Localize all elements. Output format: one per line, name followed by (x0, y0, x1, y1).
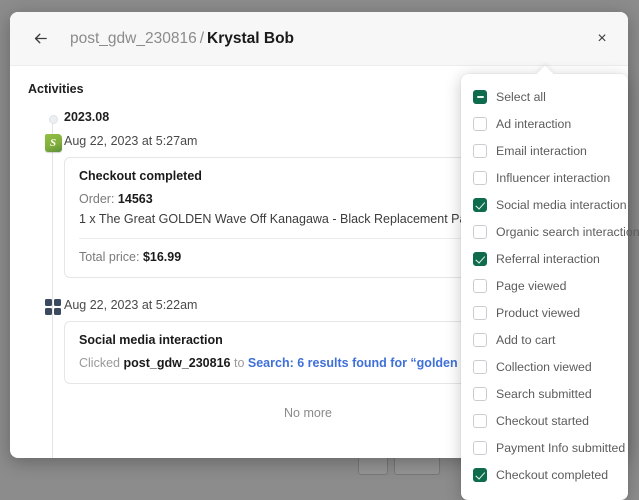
filter-option-label: Organic search interaction (496, 224, 639, 239)
total-price-label: Total price: (79, 250, 140, 264)
filter-option-email-interaction[interactable]: Email interaction (461, 137, 628, 164)
filter-option-payment-info-submitted[interactable]: Payment Info submitted (461, 434, 628, 461)
filter-option-social-media-interaction[interactable]: Social media interaction (461, 191, 628, 218)
pagination-page-button (394, 455, 440, 475)
checkbox-icon[interactable] (473, 251, 487, 266)
filter-option-label: Page viewed (496, 278, 567, 293)
activity-filter-dropdown: Select all Ad interaction Email interactio… (461, 74, 639, 500)
filter-option-label: Search submitted (496, 386, 592, 401)
filter-option-influencer-interaction[interactable]: Influencer interaction (461, 164, 628, 191)
breadcrumb-post[interactable]: post_gdw_230816 (70, 30, 197, 47)
checkbox-icon[interactable] (473, 278, 487, 293)
filter-option-select-all[interactable]: Select all (461, 83, 628, 110)
filter-option-label: Social media interaction (496, 197, 627, 212)
checkbox-icon[interactable] (473, 116, 487, 131)
filter-option-list: Select all Ad interaction Email interactio… (461, 83, 639, 488)
order-label: Order: (79, 192, 115, 206)
filter-option-referral-interaction[interactable]: Referral interaction (461, 245, 628, 272)
shopify-icon (44, 134, 62, 152)
filter-option-label: Collection viewed (496, 359, 592, 374)
checkbox-icon[interactable] (473, 359, 487, 374)
filter-option-page-viewed[interactable]: Page viewed (461, 272, 628, 299)
filter-option-label: Checkout completed (496, 467, 609, 482)
filter-option-checkout-completed[interactable]: Checkout completed (461, 461, 628, 488)
filter-option-organic-search-interaction[interactable]: Organic search interaction (461, 218, 639, 245)
modal-header: post_gdw_230816/Krystal Bob × (10, 12, 628, 66)
filter-option-label: Payment Info submitted (496, 440, 626, 455)
filter-option-label: Select all (496, 89, 546, 104)
filter-option-label: Checkout started (496, 413, 589, 428)
click-prefix: Clicked (79, 356, 120, 370)
checkbox-icon[interactable] (473, 143, 487, 158)
checkbox-icon[interactable] (473, 440, 487, 455)
filter-option-label: Email interaction (496, 143, 587, 158)
total-price-value: $16.99 (142, 250, 182, 264)
checkbox-icon[interactable] (473, 413, 487, 428)
filter-option-label: Referral interaction (496, 251, 600, 266)
filter-option-search-submitted[interactable]: Search submitted (461, 380, 628, 407)
filter-option-label: Add to cart (496, 332, 556, 347)
order-value: 14563 (117, 192, 153, 206)
breadcrumb-separator: / (199, 29, 205, 47)
checkbox-icon[interactable] (473, 467, 487, 482)
close-icon[interactable]: × (590, 27, 614, 51)
filter-option-label: Product viewed (496, 305, 581, 320)
filter-option-add-to-cart[interactable]: Add to cart (461, 326, 628, 353)
click-source: post_gdw_230816 (123, 356, 231, 370)
checkbox-icon[interactable] (473, 332, 487, 347)
checkbox-icon[interactable] (473, 386, 487, 401)
filter-option-label: Influencer interaction (496, 170, 611, 185)
checkbox-icon[interactable] (473, 170, 487, 185)
checkbox-icon[interactable] (473, 305, 487, 320)
pagination-prev-button (358, 455, 388, 475)
back-arrow-icon[interactable] (26, 25, 54, 53)
checkbox-icon[interactable] (473, 197, 487, 212)
page-title: post_gdw_230816/Krystal Bob (70, 30, 294, 48)
filter-option-product-viewed[interactable]: Product viewed (461, 299, 628, 326)
checkbox-icon[interactable] (473, 224, 487, 239)
filter-option-ad-interaction[interactable]: Ad interaction (461, 110, 628, 137)
filter-option-collection-viewed[interactable]: Collection viewed (461, 353, 628, 380)
breadcrumb-person: Krystal Bob (207, 29, 295, 47)
filter-option-label: Ad interaction (496, 116, 572, 131)
checkbox-icon[interactable] (473, 89, 487, 104)
grid-icon (44, 298, 62, 316)
click-mid: to (233, 356, 245, 370)
filter-option-checkout-started[interactable]: Checkout started (461, 407, 628, 434)
timeline-dot-icon (44, 110, 62, 128)
